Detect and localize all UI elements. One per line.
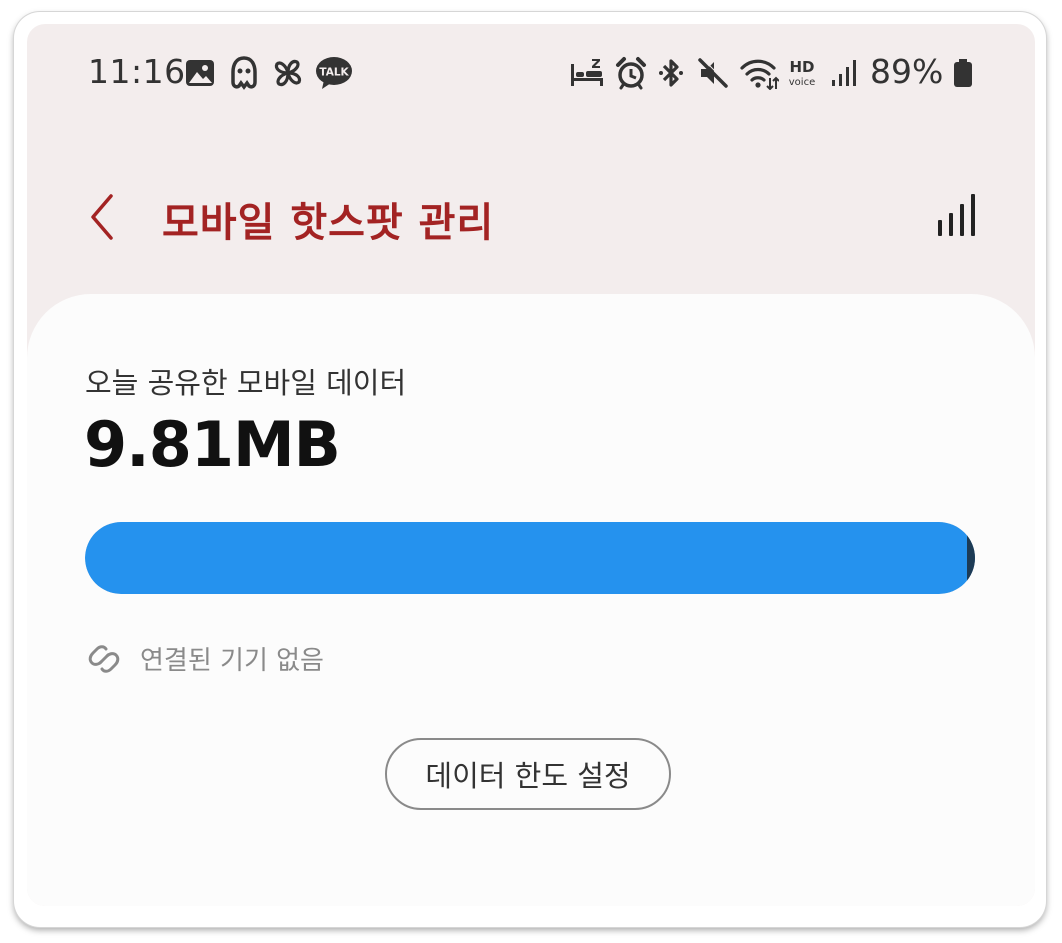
signal-bars-icon xyxy=(938,194,975,236)
hd-voice-icon: HD voice xyxy=(789,58,815,88)
usage-progress-bar xyxy=(85,522,975,594)
battery-percent: 89% xyxy=(870,52,944,91)
connected-devices-text: 연결된 기기 없음 xyxy=(140,646,324,676)
status-bar: 11:16 TALK HD voice 89% xyxy=(27,24,1035,120)
usage-label: 오늘 공유한 모바일 데이터 xyxy=(85,366,407,400)
bluetooth-icon xyxy=(659,59,683,87)
kakaotalk-label: TALK xyxy=(319,67,349,79)
usage-card: 오늘 공유한 모바일 데이터 9.81MB 연결된 기기 없음 데이터 한도 설… xyxy=(27,294,1035,906)
link-icon xyxy=(88,645,120,673)
usage-progress-end xyxy=(967,522,975,594)
wifi-icon xyxy=(740,59,779,90)
voice-label: voice xyxy=(789,77,815,88)
cellular-signal-icon xyxy=(832,60,856,86)
battery-icon xyxy=(954,59,972,87)
sleep-mode-icon xyxy=(571,59,603,86)
usage-progress-fill xyxy=(85,522,975,594)
status-time: 11:16 xyxy=(88,52,186,91)
back-button[interactable] xyxy=(81,192,127,242)
alarm-icon xyxy=(616,57,646,90)
chevron-left-icon xyxy=(91,194,113,240)
hd-label: HD xyxy=(789,58,814,76)
usage-value: 9.81MB xyxy=(84,408,341,481)
mute-icon xyxy=(698,57,729,88)
phone-screen: 11:16 TALK HD voice 89% 모바일 핫스팟 관리 오늘 공유… xyxy=(27,24,1035,906)
data-limit-button[interactable]: 데이터 한도 설정 xyxy=(385,738,671,810)
gallery-icon xyxy=(186,60,214,86)
app-header: 모바일 핫스팟 관리 xyxy=(27,174,1035,254)
pinwheel-icon xyxy=(274,59,302,87)
kakaotalk-icon: TALK xyxy=(316,57,352,89)
notification-app-icon xyxy=(231,56,257,90)
signal-bars-button[interactable] xyxy=(932,190,980,240)
page-title: 모바일 핫스팟 관리 xyxy=(162,200,495,246)
